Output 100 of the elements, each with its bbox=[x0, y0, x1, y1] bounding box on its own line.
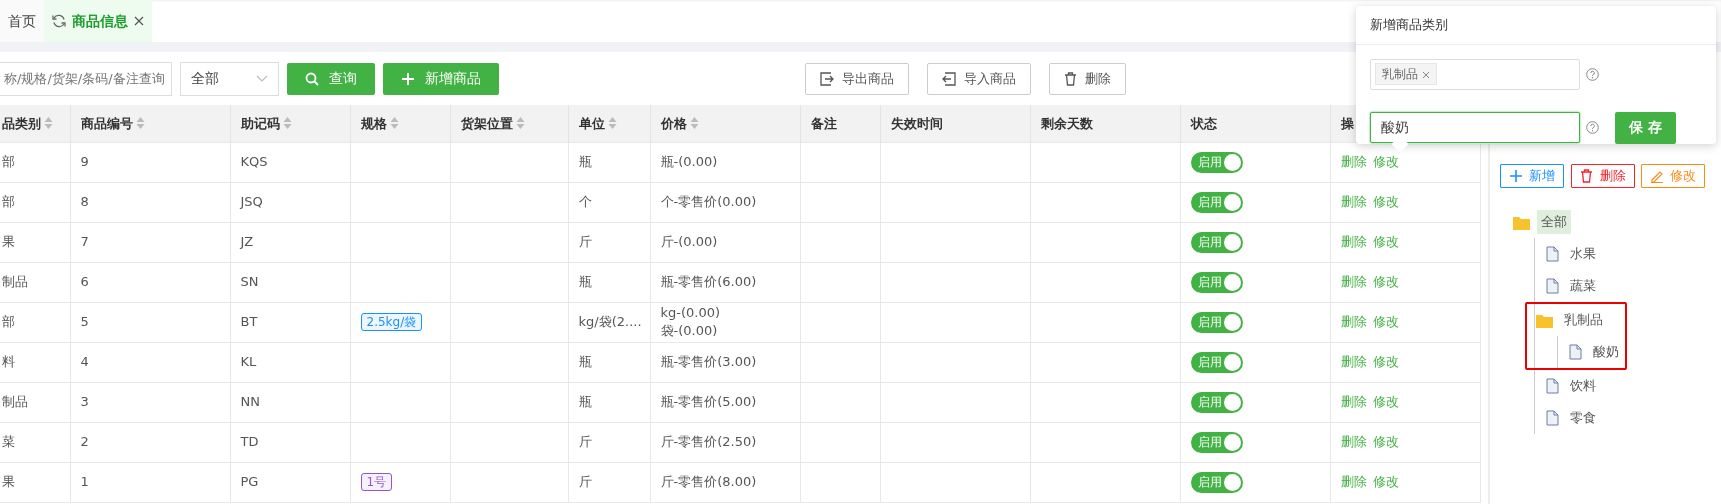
column-header[interactable]: 价格 bbox=[660, 113, 699, 133]
action-link[interactable]: 删除 bbox=[1340, 274, 1367, 290]
table-cell: 斤 bbox=[578, 474, 592, 490]
table-cell-text: 瓶-零售价(5.00) bbox=[660, 393, 758, 412]
table-cell: 制品 bbox=[2, 394, 28, 410]
plus-icon bbox=[1509, 169, 1523, 183]
action-link[interactable]: 修改 bbox=[1372, 434, 1399, 450]
help-icon[interactable] bbox=[1586, 67, 1599, 81]
table-cell: 7 bbox=[80, 234, 89, 250]
sort-icon[interactable] bbox=[135, 116, 145, 131]
toggle-switch[interactable]: 启用 bbox=[1190, 391, 1243, 413]
toggle-switch[interactable]: 启用 bbox=[1190, 311, 1243, 333]
tab[interactable]: 首页 bbox=[0, 0, 44, 42]
action-link[interactable]: 删除 bbox=[1340, 394, 1367, 410]
action-link[interactable]: 删除 bbox=[1340, 474, 1367, 490]
spec-tag: 2.5kg/袋 bbox=[360, 313, 423, 332]
table-cell-text: 斤-零售价(2.50) bbox=[660, 433, 758, 452]
file-icon bbox=[1568, 344, 1583, 360]
file-icon bbox=[1545, 410, 1560, 426]
tree-item[interactable]: 零食 bbox=[1566, 406, 1600, 430]
trash-icon bbox=[1064, 71, 1077, 86]
action-link[interactable]: 删除 bbox=[1340, 154, 1367, 170]
parent-select-field[interactable]: 乳制品 bbox=[1370, 58, 1580, 90]
export-button[interactable]: 导出商品 bbox=[805, 62, 909, 95]
column-header: 状态 bbox=[1190, 114, 1217, 133]
close-icon[interactable] bbox=[1421, 70, 1430, 79]
tree-item[interactable]: 乳制品 bbox=[1560, 308, 1607, 332]
file-icon bbox=[1545, 278, 1560, 294]
help-icon[interactable] bbox=[1586, 121, 1599, 134]
action-link[interactable]: 删除 bbox=[1340, 194, 1367, 210]
sort-icon[interactable] bbox=[515, 116, 525, 131]
import-button[interactable]: 导入商品 bbox=[927, 62, 1031, 95]
toggle-switch[interactable]: 启用 bbox=[1190, 471, 1243, 493]
toggle-switch[interactable]: 启用 bbox=[1190, 191, 1243, 213]
add-button[interactable]: 新增 bbox=[1500, 164, 1564, 188]
popover-title: 新增商品类别 bbox=[1356, 6, 1716, 45]
table-cell: 料 bbox=[2, 354, 15, 370]
table-cell: KL bbox=[240, 354, 257, 370]
tree-item[interactable]: 全部 bbox=[1537, 210, 1571, 234]
table-cell-text: 斤-零售价(8.00) bbox=[660, 473, 758, 492]
search-button[interactable]: 查询 bbox=[287, 62, 375, 95]
toggle-switch[interactable]: 启用 bbox=[1190, 271, 1243, 293]
table-cell: 1 bbox=[80, 474, 89, 490]
action-link[interactable]: 修改 bbox=[1372, 194, 1399, 210]
delete-button[interactable]: 删除 bbox=[1049, 62, 1126, 95]
column-header: 剩余天数 bbox=[1040, 114, 1093, 133]
table-cell: 3 bbox=[80, 394, 89, 410]
tree-item[interactable]: 饮料 bbox=[1566, 374, 1600, 398]
toggle-switch[interactable]: 启用 bbox=[1190, 231, 1243, 253]
action-link[interactable]: 删除 bbox=[1340, 434, 1367, 450]
toggle-switch[interactable]: 启用 bbox=[1190, 151, 1243, 173]
table-cell: TD bbox=[240, 434, 259, 450]
name-input-field[interactable]: 酸奶 bbox=[1370, 112, 1580, 143]
action-link[interactable]: 删除 bbox=[1340, 354, 1367, 370]
table-cell: 瓶 bbox=[578, 154, 592, 170]
tab[interactable]: 商品信息 bbox=[44, 0, 152, 42]
toggle-switch[interactable]: 启用 bbox=[1190, 351, 1243, 373]
table-cell: 果 bbox=[2, 474, 15, 490]
tree-item[interactable]: 酸奶 bbox=[1589, 340, 1623, 364]
table-cell-text: 斤-(0.00) bbox=[660, 233, 719, 252]
table-cell: 5 bbox=[80, 314, 89, 330]
action-link[interactable]: 删除 bbox=[1340, 234, 1367, 250]
tree-item[interactable]: 蔬菜 bbox=[1566, 274, 1600, 298]
action-link[interactable]: 修改 bbox=[1372, 234, 1399, 250]
action-link[interactable]: 修改 bbox=[1372, 154, 1399, 170]
toggle-switch[interactable]: 启用 bbox=[1190, 431, 1243, 453]
action-link[interactable]: 修改 bbox=[1372, 474, 1399, 490]
search-field[interactable]: 称/规格/货架/条码/备注查询 bbox=[0, 61, 172, 96]
save-button[interactable]: 保 存 bbox=[1615, 111, 1676, 144]
column-header: 操 bbox=[1340, 114, 1354, 133]
action-link[interactable]: 修改 bbox=[1372, 354, 1399, 370]
import-icon bbox=[942, 71, 956, 86]
add-button[interactable]: 新增商品 bbox=[383, 62, 499, 95]
table-cell: 制品 bbox=[2, 274, 28, 290]
table-cell-text: 瓶-零售价(3.00) bbox=[660, 353, 758, 372]
delete-button[interactable]: 删除 bbox=[1570, 164, 1635, 188]
filter-dropdown[interactable]: 全部 bbox=[180, 61, 279, 96]
export-icon bbox=[820, 71, 834, 86]
category-tag: 乳制品 bbox=[1375, 63, 1437, 85]
table-cell: 瓶 bbox=[578, 394, 592, 410]
action-link[interactable]: 修改 bbox=[1372, 314, 1399, 330]
table-cell-text: kg-(0.00) bbox=[660, 304, 722, 322]
search-icon bbox=[305, 71, 319, 86]
sort-icon[interactable] bbox=[689, 116, 699, 131]
table-cell: 部 bbox=[2, 314, 15, 330]
sort-icon[interactable] bbox=[282, 116, 292, 131]
trash-icon bbox=[1579, 169, 1594, 183]
sort-icon[interactable] bbox=[44, 116, 54, 131]
tree-item[interactable]: 水果 bbox=[1566, 242, 1600, 266]
action-link[interactable]: 删除 bbox=[1340, 314, 1367, 330]
table-cell: JZ bbox=[240, 234, 254, 250]
sort-icon[interactable] bbox=[607, 116, 617, 131]
edit-button[interactable]: 修改 bbox=[1641, 164, 1705, 188]
close-icon[interactable] bbox=[134, 16, 144, 26]
table-cell: 部 bbox=[2, 154, 15, 170]
sort-icon[interactable] bbox=[389, 116, 399, 131]
action-link[interactable]: 修改 bbox=[1372, 394, 1399, 410]
action-link[interactable]: 修改 bbox=[1372, 274, 1399, 290]
table-cell: KQS bbox=[240, 154, 268, 170]
table-cell-text: 瓶-零售价(6.00) bbox=[660, 273, 758, 292]
